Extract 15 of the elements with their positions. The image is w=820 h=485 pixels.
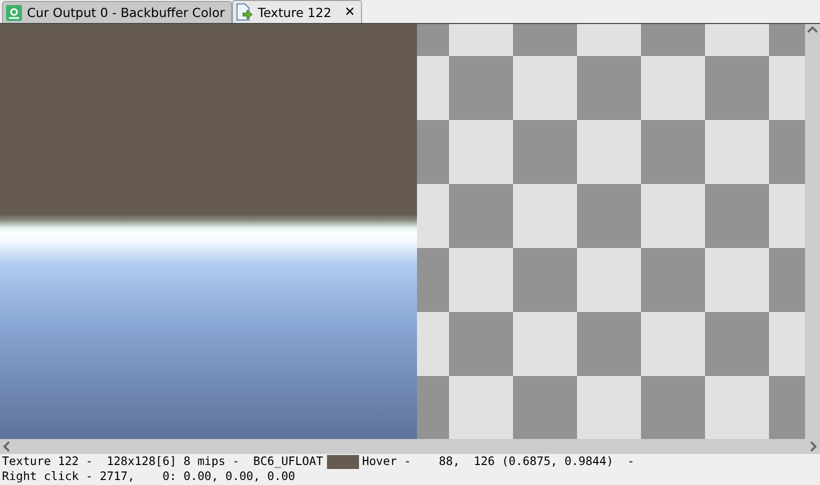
chevron-right-icon[interactable]: [810, 441, 817, 452]
document-arrow-icon: [236, 3, 253, 21]
person-icon: [6, 4, 22, 20]
texture-info: Texture 122 - 128x128[6] 8 mips - BC6_UFLOAT: [2, 454, 324, 469]
chevron-left-icon[interactable]: [3, 441, 10, 452]
tab[interactable]: Texture 122 ✕: [232, 0, 362, 23]
tab-label: Cur Output 0 - Backbuffer Color: [27, 5, 225, 20]
tab[interactable]: Cur Output 0 - Backbuffer Color: [2, 1, 232, 23]
chevron-up-icon[interactable]: [807, 26, 818, 33]
vertical-scrollbar[interactable]: [805, 24, 820, 439]
horizontal-scrollbar[interactable]: [0, 439, 820, 454]
close-icon[interactable]: ✕: [344, 4, 356, 20]
right-click-info: Right click - 2717, 0: 0.00, 0.00, 0.00: [2, 469, 296, 484]
tab-label: Texture 122: [258, 4, 332, 20]
hover-info: Hover - 88, 126 (0.6875, 0.9844) -: [362, 454, 634, 469]
